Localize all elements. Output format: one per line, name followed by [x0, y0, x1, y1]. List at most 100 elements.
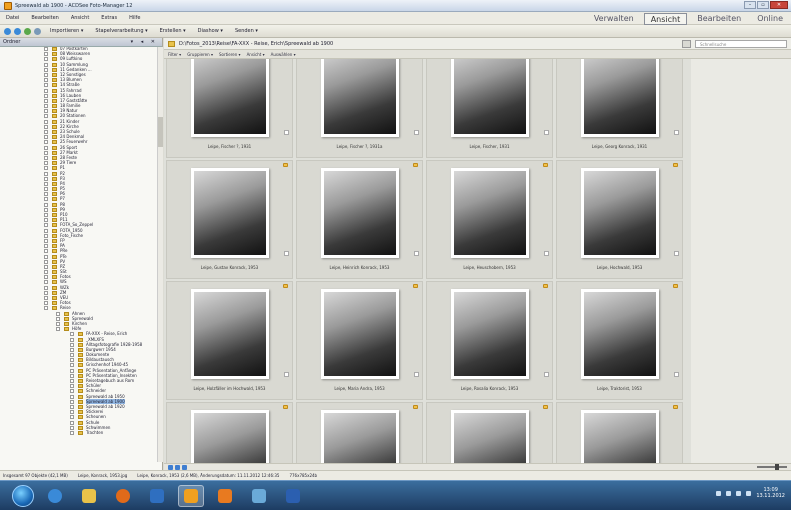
expand-icon[interactable]	[44, 192, 48, 197]
photo-thumbnail[interactable]	[556, 402, 683, 463]
maximize-button[interactable]: ▫	[757, 1, 769, 9]
expand-icon[interactable]	[44, 181, 48, 186]
tray-icon[interactable]	[716, 490, 722, 496]
tray-icon[interactable]	[726, 490, 732, 496]
mode-verwalten[interactable]: Verwalten	[588, 13, 640, 25]
mode-online[interactable]: Online	[751, 13, 789, 25]
expand-icon[interactable]	[56, 311, 60, 316]
expand-icon[interactable]	[70, 337, 74, 342]
expand-icon[interactable]	[44, 67, 48, 72]
photo-thumbnail[interactable]: Leipe, Hochwald, 1953	[556, 160, 683, 279]
expand-icon[interactable]	[70, 415, 74, 420]
expand-icon[interactable]	[44, 213, 48, 217]
photo-thumbnail[interactable]: Leipe, Rosalia Konrack, 1953	[426, 281, 553, 400]
photo-image[interactable]	[451, 289, 529, 379]
expand-icon[interactable]	[44, 104, 48, 109]
photo-thumbnail[interactable]: Leipe, Holzfäller im Hochwald, 1953	[166, 281, 293, 400]
expand-icon[interactable]	[44, 78, 48, 83]
expand-icon[interactable]	[44, 161, 48, 166]
photo-thumbnail[interactable]: Leipe, Fischer ?, 1931a	[296, 59, 423, 158]
start-button[interactable]	[12, 484, 34, 507]
menu-senden[interactable]: Senden ▾	[229, 28, 264, 34]
expand-icon[interactable]	[44, 88, 48, 93]
photo-thumbnail[interactable]	[296, 402, 423, 463]
expand-icon[interactable]	[44, 62, 48, 67]
expand-icon[interactable]	[70, 353, 74, 358]
folder-tree-scrollbar[interactable]	[157, 47, 163, 462]
expand-icon[interactable]	[44, 223, 48, 228]
photo-image[interactable]	[451, 410, 529, 463]
photo-thumbnail[interactable]	[166, 402, 293, 463]
photo-thumbnail[interactable]: Leipe, Fischer ?, 1931	[166, 59, 293, 158]
dropdown-icon[interactable]	[682, 40, 691, 48]
tag-icon[interactable]	[543, 163, 548, 167]
expand-icon[interactable]	[70, 332, 74, 337]
photo-image[interactable]	[191, 410, 269, 463]
volume-icon[interactable]	[746, 490, 752, 496]
photo-image[interactable]	[581, 59, 659, 137]
group-menu[interactable]: Gruppieren ▾	[187, 52, 213, 57]
expand-icon[interactable]	[70, 363, 74, 368]
taskbar-media[interactable]	[144, 485, 170, 507]
expand-icon[interactable]	[44, 244, 48, 249]
tag-icon[interactable]	[283, 405, 288, 409]
photo-image[interactable]	[321, 168, 399, 258]
taskbar-word[interactable]	[280, 485, 306, 507]
select-checkbox[interactable]	[414, 130, 419, 135]
expand-icon[interactable]	[44, 130, 48, 134]
expand-icon[interactable]	[44, 270, 48, 275]
menu-datei[interactable]: Datei	[0, 15, 25, 21]
expand-icon[interactable]	[56, 327, 60, 332]
expand-icon[interactable]	[70, 430, 74, 435]
view-menu[interactable]: Ansicht ▾	[247, 52, 265, 57]
menu-importieren[interactable]: Importieren ▾	[44, 28, 89, 34]
select-checkbox[interactable]	[414, 372, 419, 377]
expand-icon[interactable]	[44, 57, 48, 62]
expand-icon[interactable]	[70, 420, 74, 425]
photo-image[interactable]	[451, 168, 529, 258]
expand-icon[interactable]	[44, 306, 48, 311]
expand-icon[interactable]	[44, 47, 48, 51]
expand-icon[interactable]	[44, 296, 48, 300]
photo-thumbnail[interactable]: Leipe, Georg Konrack, 1931	[556, 59, 683, 158]
expand-icon[interactable]	[44, 176, 48, 181]
photo-image[interactable]	[581, 289, 659, 379]
mode-ansicht[interactable]: Ansicht	[643, 13, 688, 25]
photo-thumbnail[interactable]: Leipe, Fischer, 1931	[426, 59, 553, 158]
tag-icon[interactable]	[283, 163, 288, 167]
expand-icon[interactable]	[44, 187, 48, 192]
photo-thumbnail[interactable]	[426, 402, 553, 463]
taskbar-firefox[interactable]	[110, 485, 136, 507]
select-checkbox[interactable]	[674, 130, 679, 135]
minimize-button[interactable]: –	[744, 1, 756, 9]
tag-icon[interactable]	[413, 405, 418, 409]
expand-icon[interactable]	[70, 404, 74, 409]
select-checkbox[interactable]	[544, 372, 549, 377]
photo-image[interactable]	[581, 168, 659, 258]
close-button[interactable]: ✕	[770, 1, 788, 9]
photo-thumbnail[interactable]: Leipe, Gustav Konrack, 1953	[166, 160, 293, 279]
expand-icon[interactable]	[44, 259, 48, 264]
expand-icon[interactable]	[44, 264, 48, 269]
expand-icon[interactable]	[44, 290, 48, 295]
select-checkbox[interactable]	[284, 251, 289, 256]
menu-diashow[interactable]: Diashow ▾	[192, 28, 229, 34]
sort-menu[interactable]: Sortieren ▾	[219, 52, 241, 57]
refresh-icon[interactable]	[24, 27, 31, 35]
expand-icon[interactable]	[70, 384, 74, 389]
select-checkbox[interactable]	[284, 372, 289, 377]
expand-icon[interactable]	[44, 301, 48, 306]
expand-icon[interactable]	[44, 275, 48, 280]
expand-icon[interactable]	[70, 342, 74, 347]
expand-icon[interactable]	[44, 135, 48, 140]
expand-icon[interactable]	[44, 280, 48, 285]
expand-icon[interactable]	[44, 171, 48, 176]
expand-icon[interactable]	[44, 83, 48, 88]
photo-image[interactable]	[191, 289, 269, 379]
menu-erstellen[interactable]: Erstellen ▾	[154, 28, 192, 34]
folder-tree-item[interactable]: Trachten	[0, 430, 163, 436]
tag-icon[interactable]	[673, 284, 678, 288]
home-icon[interactable]	[34, 27, 41, 35]
expand-icon[interactable]	[70, 410, 74, 415]
photo-thumbnail[interactable]: Leipe, Heuschobern, 1953	[426, 160, 553, 279]
